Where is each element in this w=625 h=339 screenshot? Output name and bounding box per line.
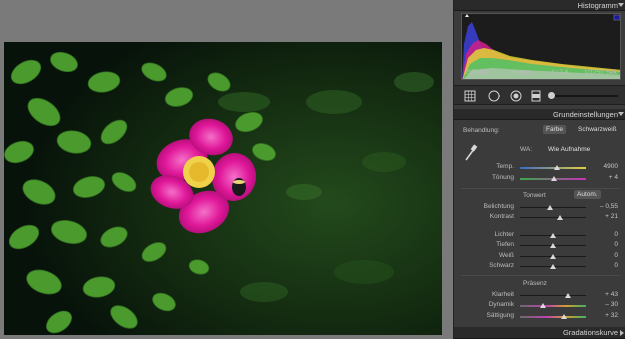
presence-label: Präsenz [523,280,547,287]
meta-focal: 50 mm [511,69,531,76]
temp-label: Temp. [496,163,514,170]
tone-curve-header[interactable]: Gradationskurve [454,327,625,339]
exposure-value[interactable]: – 0,55 [600,203,618,210]
wb-label: WA: [520,146,533,153]
temp-slider-knob[interactable] [553,165,560,170]
contrast-slider-track[interactable] [520,217,586,218]
shadows-slider-knob[interactable] [550,243,556,248]
tint-slider-knob[interactable] [551,176,558,181]
wb-select[interactable]: Wie Aufnahme [548,146,590,153]
collapse-triangle-icon[interactable] [618,112,624,116]
crop-grid-icon[interactable] [464,90,476,102]
photo-canvas[interactable] [0,0,453,339]
treatment-bw-button[interactable]: Schwarzweiß [575,125,620,134]
shadows-label: Tiefen [496,241,514,248]
develop-panel: Histogramm ISO 400 50 mm f / 2,8 1/1250 … [453,0,625,339]
collapse-triangle-icon[interactable] [618,3,624,7]
histogram-header[interactable]: Histogramm [454,0,625,11]
treatment-label: Behandlung: [463,127,500,134]
blacks-slider-knob[interactable] [550,264,556,269]
whites-value[interactable]: 0 [614,252,618,259]
treatment-color-button[interactable]: Farbe [543,125,566,134]
tone-curve-title: Gradationskurve [562,328,618,337]
saturation-value[interactable]: + 32 [605,312,618,319]
brush-slider-knob[interactable] [548,92,555,99]
clarity-label: Klarheit [491,291,514,298]
basic-title: Grundeinstellungen [552,110,618,119]
saturation-slider-knob[interactable] [560,314,567,319]
presence-divider [461,275,621,276]
meta-aperture: f / 2,8 [552,69,569,76]
temp-value[interactable]: 4900 [604,163,618,170]
red-eye-icon[interactable] [510,90,522,102]
contrast-value[interactable]: + 21 [605,213,618,220]
shadows-value[interactable]: 0 [614,241,618,248]
vibrance-slider-track[interactable] [520,305,586,307]
vibrance-value[interactable]: – 30 [605,301,618,308]
expand-triangle-icon[interactable] [620,330,624,336]
basic-header[interactable]: Grundeinstellungen [454,109,625,120]
tint-label: Tönung [491,174,514,181]
auto-tone-button[interactable]: Autom. [574,190,601,199]
vibrance-label: Dynamik [488,301,514,308]
exposure-label: Belichtung [483,203,514,210]
eyedropper-icon[interactable] [464,144,478,162]
contrast-slider-knob[interactable] [556,215,563,220]
saturation-slider-track[interactable] [520,316,586,318]
highlights-value[interactable]: 0 [614,231,618,238]
graduated-filter-icon[interactable] [530,90,542,102]
saturation-label: Sättigung [486,312,514,319]
whites-slider-knob[interactable] [550,254,556,259]
highlight-clip-icon [613,14,620,21]
meta-iso: ISO 400 [465,69,489,76]
spot-removal-icon[interactable] [488,90,500,102]
whites-label: Weiß [498,252,514,259]
tone-divider [461,188,621,189]
tool-strip [454,85,625,105]
meta-shutter: 1/1250 Sek [584,69,617,76]
blacks-value[interactable]: 0 [614,262,618,269]
vibrance-slider-knob[interactable] [540,303,547,308]
exposure-slider-track[interactable] [520,207,586,208]
clarity-slider-track[interactable] [520,295,586,296]
photo-wild-rose[interactable] [4,42,442,335]
exposure-slider-knob[interactable] [546,205,553,210]
tone-label: Tonwert [523,192,546,199]
tint-value[interactable]: + 4 [609,174,618,181]
blacks-label: Schwarz [489,262,514,269]
clarity-slider-knob[interactable] [564,293,571,298]
highlights-label: Lichter [494,231,514,238]
contrast-label: Kontrast [489,213,514,220]
brush-slider-track[interactable] [552,95,618,97]
clarity-value[interactable]: + 43 [605,291,618,298]
highlights-slider-knob[interactable] [550,233,556,238]
histogram-title: Histogramm [577,1,618,10]
